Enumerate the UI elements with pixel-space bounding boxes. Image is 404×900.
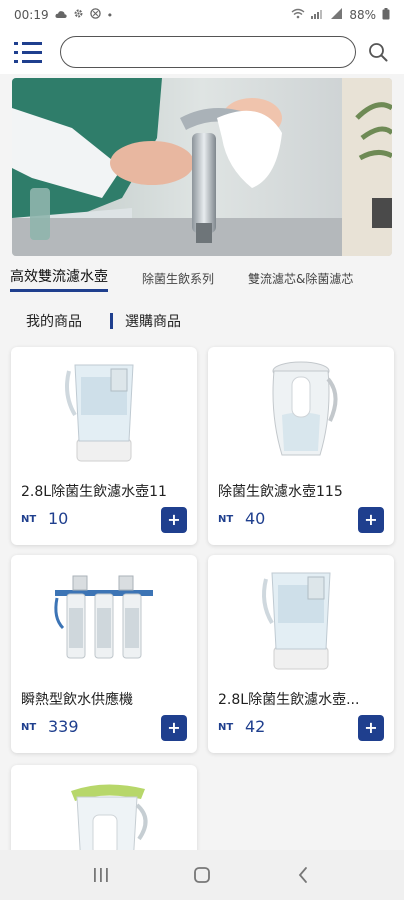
- promo-banner[interactable]: [12, 78, 392, 256]
- product-image: [208, 555, 394, 681]
- battery-text: 88%: [349, 8, 376, 22]
- product-card[interactable]: 除菌生飲濾水壺115 NT 40 +: [208, 347, 394, 545]
- app-header: [0, 30, 404, 74]
- product-name: 2.8L除菌生飲濾水壺11: [21, 484, 167, 500]
- alert-icon: [89, 8, 101, 22]
- tab-category-0[interactable]: 高效雙流濾水壺: [10, 266, 108, 292]
- product-name: 2.8L除菌生飲濾水壺...: [218, 692, 360, 708]
- tab-my-products[interactable]: 我的商品: [26, 311, 82, 331]
- tab-category-2[interactable]: 雙流濾芯&除菌濾芯: [248, 270, 353, 287]
- tab-category-1[interactable]: 除菌生飲系列: [142, 270, 214, 287]
- gear-icon: [73, 8, 84, 22]
- back-icon[interactable]: [283, 855, 323, 895]
- product-card[interactable]: 瞬熱型飲水供應機 NT 339 +: [11, 555, 197, 753]
- product-price: 339: [48, 717, 79, 736]
- system-nav-bar: [0, 850, 404, 900]
- dot-icon: •: [106, 8, 114, 22]
- product-card[interactable]: 2.8L除菌生飲濾水壺11 NT 10 +: [11, 347, 197, 545]
- signal-icon-2: [331, 8, 343, 22]
- status-bar: 00:19 • 88%: [0, 0, 404, 30]
- sub-tabs: 我的商品 選購商品: [26, 310, 181, 332]
- currency-label: NT: [218, 514, 234, 525]
- product-name: 瞬熱型飲水供應機: [21, 692, 133, 708]
- cloud-icon: [55, 9, 67, 22]
- category-tabs: 高效雙流濾水壺 除菌生飲系列 雙流濾芯&除菌濾芯: [0, 262, 404, 294]
- add-to-cart-button[interactable]: +: [161, 507, 187, 533]
- product-image: [11, 347, 197, 473]
- add-to-cart-button[interactable]: +: [161, 715, 187, 741]
- product-image: [11, 555, 197, 681]
- home-icon[interactable]: [182, 855, 222, 895]
- wifi-icon: [291, 8, 305, 22]
- product-price: 10: [48, 509, 69, 528]
- product-image: [208, 347, 394, 473]
- search-input[interactable]: [59, 36, 357, 68]
- currency-label: NT: [21, 514, 37, 525]
- product-card[interactable]: 2.8L除菌生飲濾水壺... NT 42 +: [208, 555, 394, 753]
- currency-label: NT: [21, 722, 37, 733]
- search-icon[interactable]: [366, 40, 390, 64]
- signal-icon: [311, 8, 325, 22]
- tab-divider: [110, 313, 113, 329]
- status-time: 00:19: [14, 8, 49, 22]
- tab-shop-products[interactable]: 選購商品: [125, 311, 181, 331]
- product-price: 42: [245, 717, 266, 736]
- add-to-cart-button[interactable]: +: [358, 507, 384, 533]
- add-to-cart-button[interactable]: +: [358, 715, 384, 741]
- recent-apps-icon[interactable]: [81, 855, 121, 895]
- menu-icon[interactable]: [14, 38, 46, 66]
- battery-icon: [382, 7, 390, 23]
- currency-label: NT: [218, 722, 234, 733]
- product-price: 40: [245, 509, 266, 528]
- product-name: 除菌生飲濾水壺115: [218, 484, 343, 500]
